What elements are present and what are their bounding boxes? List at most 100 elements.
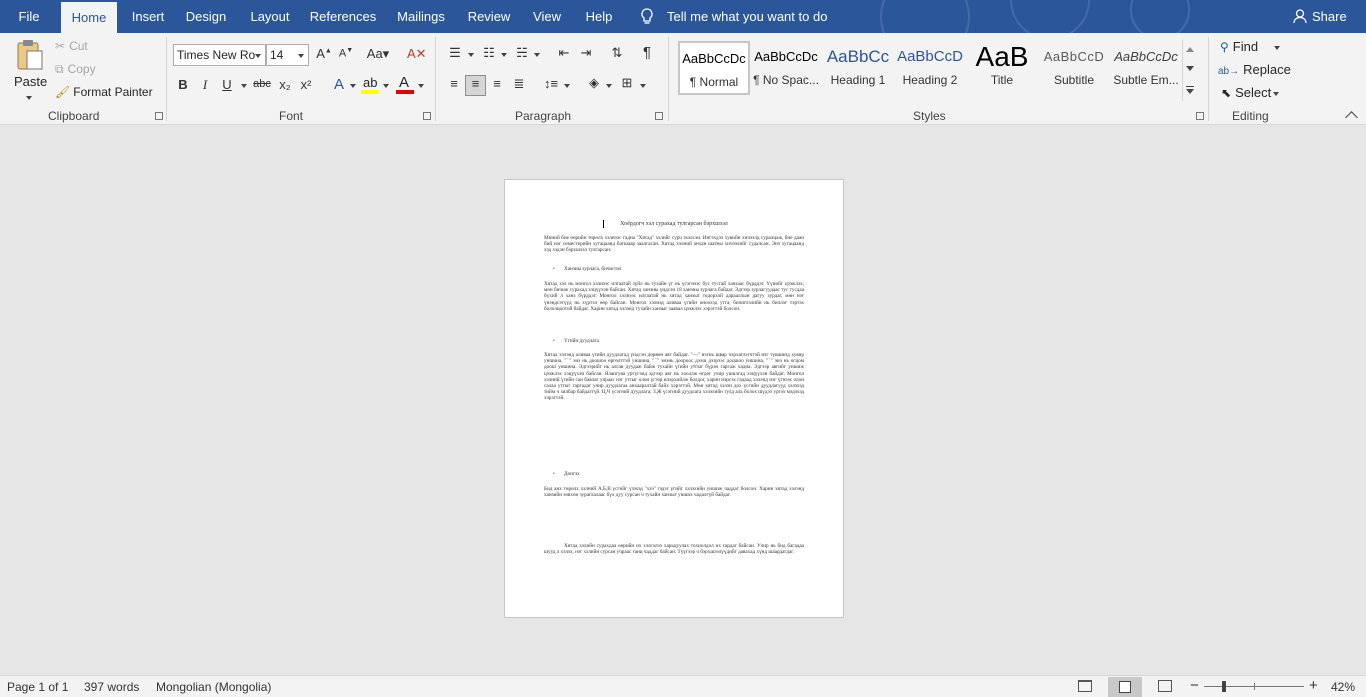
tab-references[interactable]: References [309,0,377,33]
zoom-in-icon[interactable]: + [1309,677,1318,694]
shrink-font-icon[interactable]: A▼ [338,47,354,60]
font-launcher-icon[interactable] [423,112,431,120]
chevron-down-icon[interactable] [640,84,646,88]
chevron-down-icon[interactable] [501,53,507,57]
sort-icon[interactable]: ⇅ [607,45,627,61]
scroll-down-icon[interactable] [1186,66,1194,71]
justify-icon[interactable]: ≣ [509,76,529,92]
bold-button[interactable]: B [175,77,191,92]
doc-paragraph: Хятад хэл нь монгол хэлнээс илгаатай зүй… [544,281,804,312]
tab-view[interactable]: View [530,0,564,33]
tab-design[interactable]: Design [182,0,230,33]
copy-label: Copy [67,62,96,76]
style-heading-1[interactable]: AaBbCc Heading 1 [822,41,894,95]
style-preview: AaBbCc [826,47,890,66]
cut-button[interactable]: ✂ Cut [55,39,88,53]
align-left-icon[interactable]: ≡ [444,76,464,91]
zoom-slider-midmark [1254,683,1255,690]
copy-button[interactable]: ⧉ Copy [55,62,96,77]
line-spacing-icon[interactable]: ↕≡ [541,76,561,91]
font-name-box[interactable]: Times New Ro [173,44,266,66]
read-mode-icon[interactable] [1078,680,1092,692]
tab-review[interactable]: Review [465,0,513,33]
italic-button[interactable]: I [197,77,213,93]
increase-indent-icon[interactable]: ⇥ [576,45,596,61]
style-heading-2[interactable]: AaBbCcD Heading 2 [894,41,966,95]
lightbulb-icon [641,8,653,24]
borders-icon[interactable]: ⊞ [617,75,637,91]
styles-launcher-icon[interactable] [1196,112,1204,120]
print-layout-icon[interactable] [1108,677,1142,697]
shading-icon[interactable]: ◈ [584,75,604,91]
web-layout-icon[interactable] [1158,680,1172,692]
page-count[interactable]: Page 1 of 1 [7,680,68,694]
clipboard-launcher-icon[interactable] [155,112,163,120]
tab-file[interactable]: File [10,0,48,33]
zoom-out-icon[interactable]: − [1190,677,1199,694]
style-normal[interactable]: AaBbCcDc ¶ Normal [678,41,750,95]
show-formatting-icon[interactable]: ¶ [637,44,657,61]
font-name-value: Times New Ro [177,48,256,62]
share-button[interactable]: Share [1290,0,1350,33]
style-subtitle[interactable]: AaBbCcD Subtitle [1038,41,1110,95]
multilevel-list-icon[interactable]: ☵ [512,45,532,61]
align-right-icon[interactable]: ≡ [487,76,507,91]
style-title[interactable]: AaB Title [966,41,1038,95]
chevron-down-icon[interactable] [418,84,424,88]
chevron-down-icon[interactable] [350,84,356,88]
language-indicator[interactable]: Mongolian (Mongolia) [156,680,271,694]
more-styles-icon[interactable] [1186,86,1194,94]
tab-insert[interactable]: Insert [127,0,169,33]
tab-help[interactable]: Help [582,0,616,33]
collapse-ribbon-icon[interactable] [1345,111,1358,124]
align-center-icon[interactable]: ≡ [465,75,486,96]
decrease-indent-icon[interactable]: ⇤ [554,45,574,61]
replace-button[interactable]: ab→ Replace [1218,62,1291,77]
find-label: Find [1232,39,1259,54]
format-painter-button[interactable]: 🖌 Format Painter [55,85,153,99]
select-button[interactable]: ⬉ Select [1221,85,1279,100]
underline-dropdown-icon[interactable] [241,84,247,88]
person-icon [1293,9,1307,24]
strikethrough-button[interactable]: abc [252,78,272,90]
bullet-text: Үгийн дуудлага [564,338,599,344]
find-button[interactable]: ⚲ Find [1220,39,1280,54]
select-label: Select [1235,85,1272,100]
numbering-icon[interactable]: ☷ [479,45,499,61]
highlight-color-icon[interactable]: ab [361,75,379,95]
style-subtle-emphasis[interactable]: AaBbCcDc Subtle Em... [1110,41,1182,95]
tell-me-box[interactable]: Tell me what you want to do [636,0,836,33]
document-area[interactable]: Хоёрдогч хэл сурахад тулгарсан бэрхшээл … [0,126,1366,675]
clear-formatting-icon[interactable]: A✕ [407,46,427,62]
styles-scroll[interactable] [1182,39,1196,101]
underline-button[interactable]: U [219,77,235,92]
bullets-icon[interactable]: ☰ [445,45,465,61]
paragraph-launcher-icon[interactable] [655,112,663,120]
font-color-icon[interactable]: A [396,74,414,95]
scroll-up-icon[interactable] [1186,47,1194,52]
tab-mailings[interactable]: Mailings [394,0,448,33]
format-painter-label: Format Painter [73,85,153,99]
paste-button[interactable]: Paste [9,37,49,103]
chevron-down-icon[interactable] [534,53,540,57]
zoom-slider[interactable] [1204,681,1304,692]
font-size-box[interactable]: 14 [266,44,309,66]
word-count[interactable]: 397 words [84,680,139,694]
tab-layout[interactable]: Layout [247,0,293,33]
subscript-button[interactable]: x₂ [277,77,293,92]
superscript-button[interactable]: x² [298,77,314,92]
chevron-down-icon[interactable] [564,84,570,88]
grow-font-icon[interactable]: A▲ [316,46,332,61]
chevron-down-icon[interactable] [606,84,612,88]
zoom-level[interactable]: 42% [1331,680,1355,694]
style-name: Heading 1 [830,73,886,87]
zoom-slider-thumb[interactable] [1222,681,1226,692]
change-case-icon[interactable]: Aa▾ [365,46,391,62]
tab-home[interactable]: Home [61,2,117,33]
text-effects-icon[interactable]: A [330,76,348,93]
style-no-spacing[interactable]: AaBbCcDc ¶ No Spac... [750,41,822,95]
chevron-down-icon[interactable] [468,53,474,57]
style-name: Heading 2 [902,73,958,87]
document-page[interactable]: Хоёрдогч хэл сурахад тулгарсан бэрхшээл … [504,179,844,618]
chevron-down-icon[interactable] [383,84,389,88]
